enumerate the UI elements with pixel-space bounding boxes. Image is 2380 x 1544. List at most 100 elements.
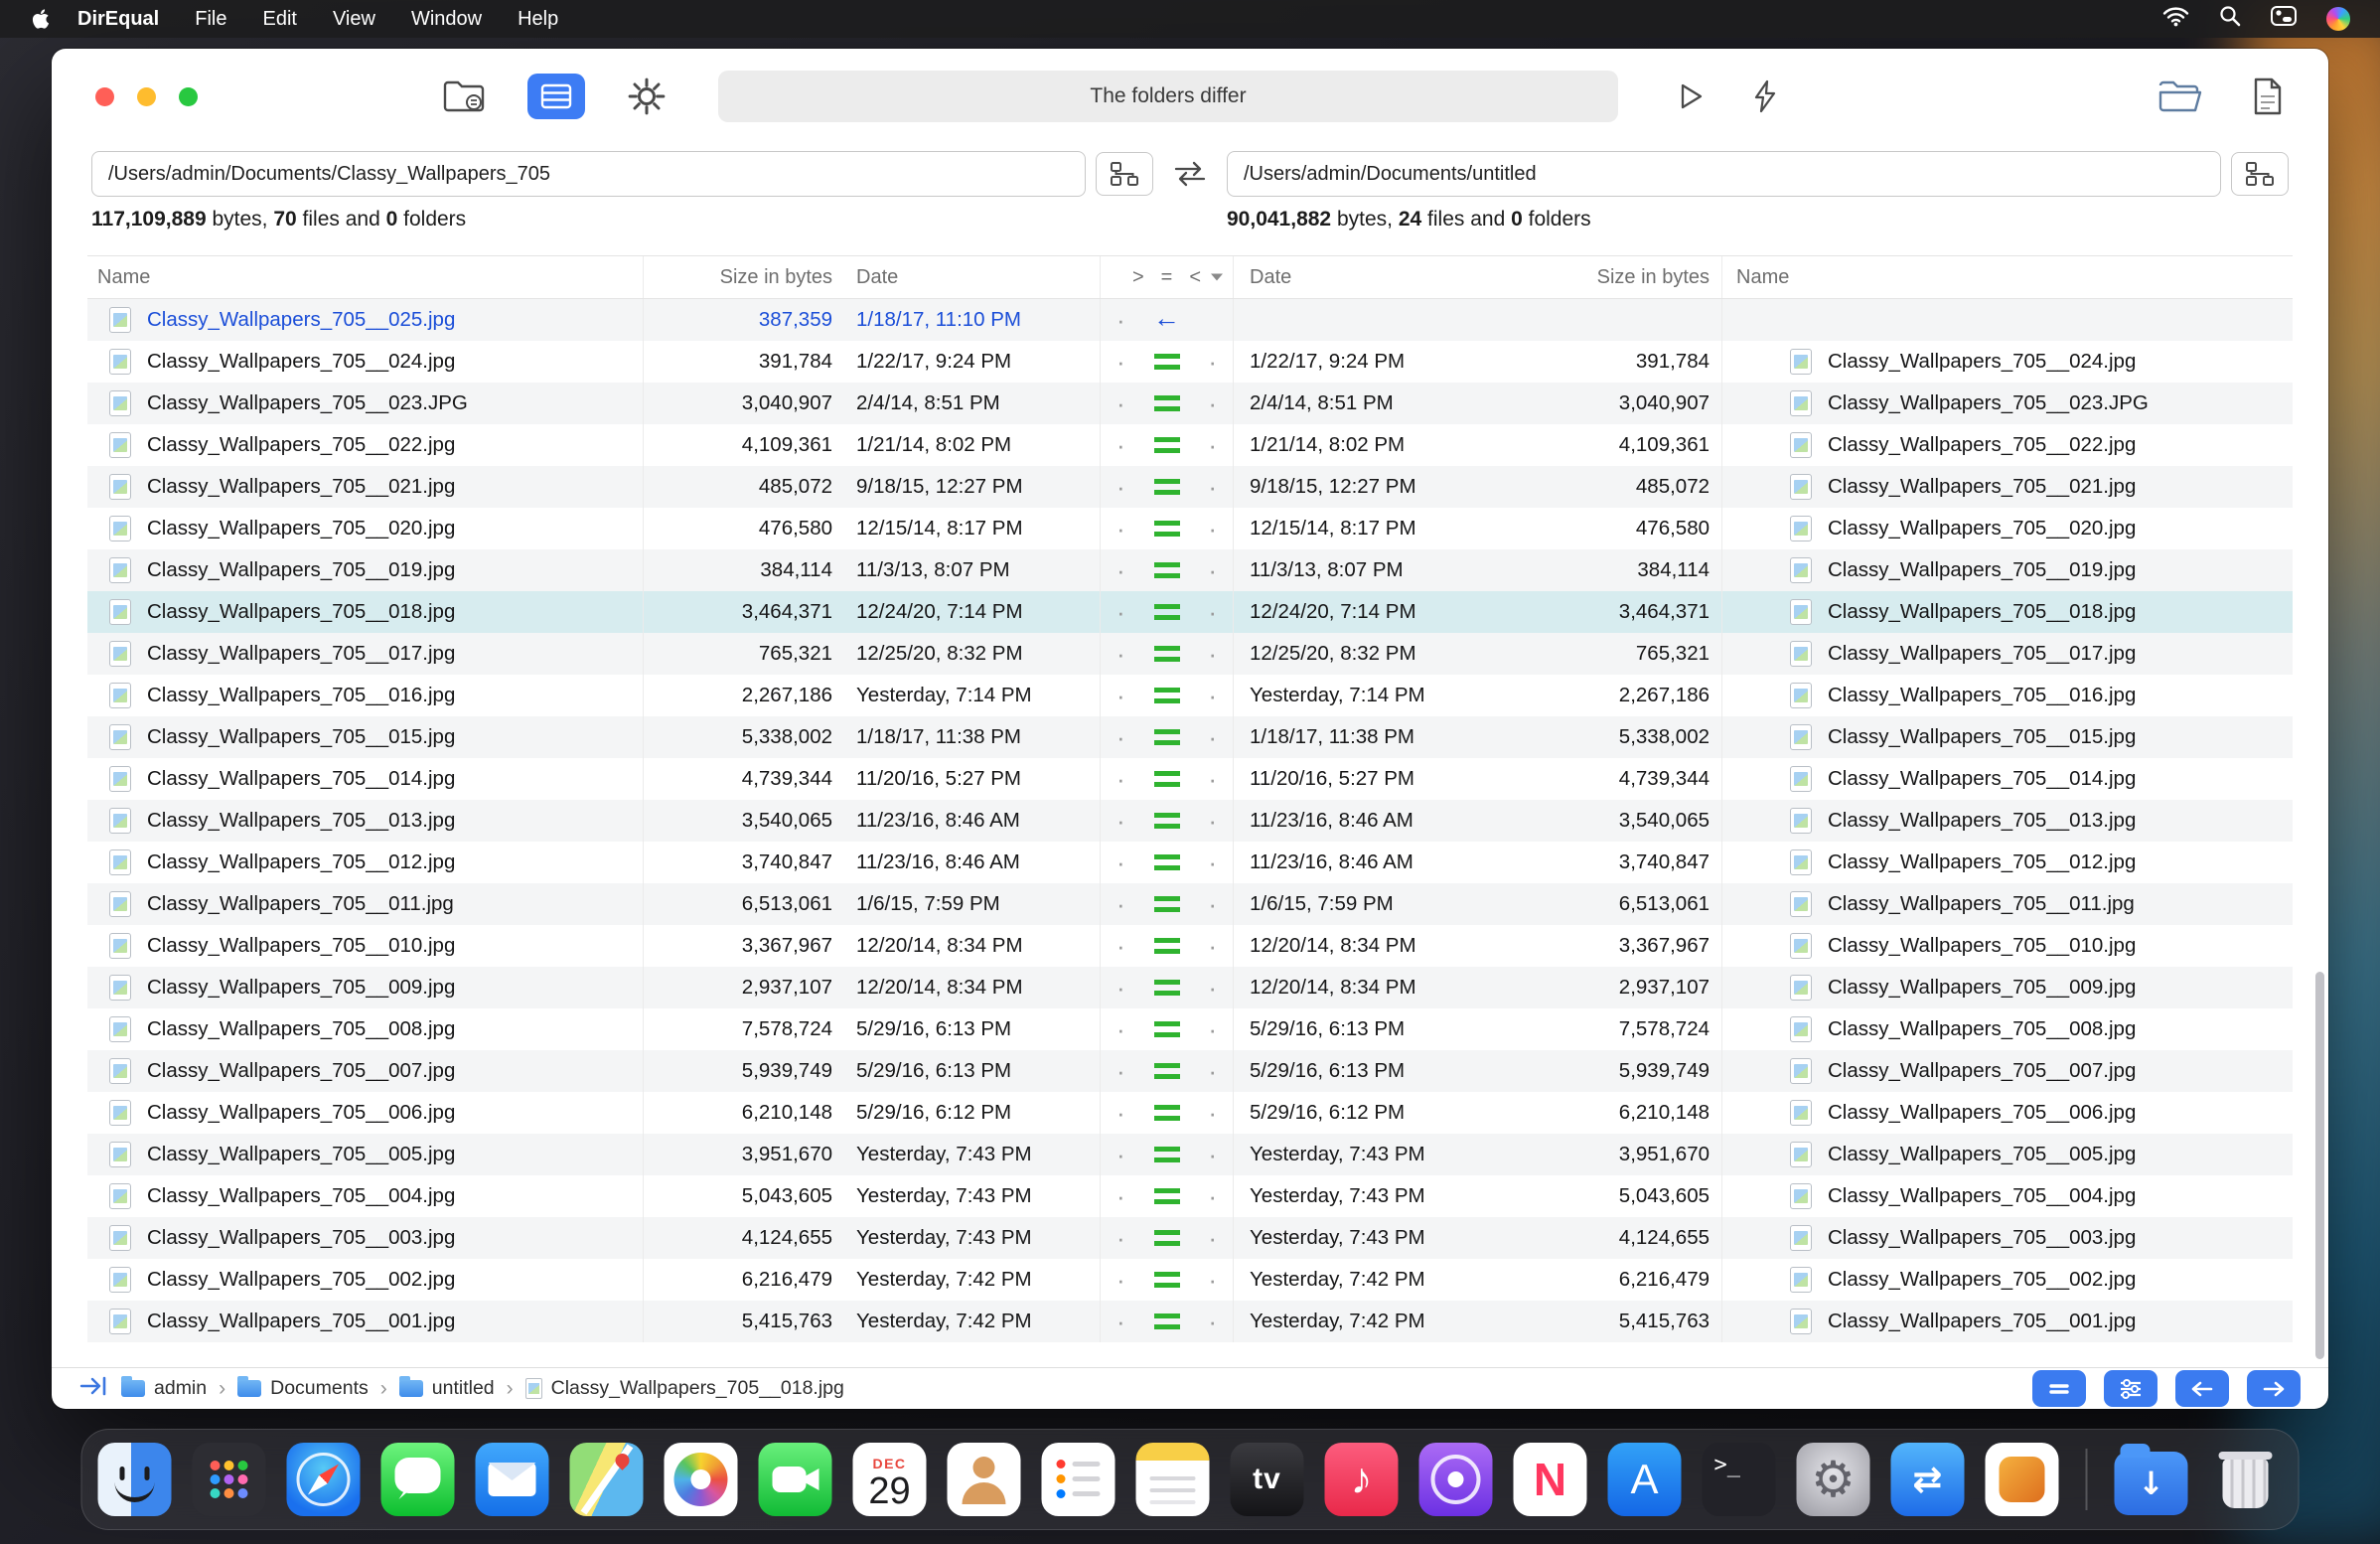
next-difference-button[interactable] [2247, 1370, 2301, 1407]
zoom-button[interactable] [179, 86, 198, 106]
equal-icon [1153, 437, 1180, 453]
left-date-cell: 1/22/17, 9:24 PM [840, 341, 1101, 383]
table-row[interactable]: Classy_Wallpapers_705__013.jpg 3,540,065 1… [87, 800, 2293, 842]
left-path-field[interactable] [91, 151, 1086, 197]
quick-compare-bolt-button[interactable] [1749, 79, 1779, 113]
right-folder-tree-button[interactable] [2231, 152, 2289, 196]
dock-finder-icon[interactable] [97, 1443, 172, 1516]
table-row[interactable]: Classy_Wallpapers_705__024.jpg 391,784 1/2… [87, 341, 2293, 383]
table-row[interactable]: Classy_Wallpapers_705__004.jpg 5,043,605 Y… [87, 1175, 2293, 1217]
dock-terminal-icon[interactable] [1702, 1443, 1776, 1516]
table-row[interactable]: Classy_Wallpapers_705__017.jpg 765,321 12/… [87, 633, 2293, 675]
header-date-right[interactable]: Date [1234, 256, 1472, 298]
header-name-right[interactable]: Name [1722, 256, 2293, 298]
filter-options-button[interactable] [2104, 1370, 2157, 1407]
dock-notes-icon[interactable] [1135, 1443, 1210, 1516]
siri-icon[interactable] [2326, 7, 2350, 31]
header-size-right[interactable]: Size in bytes [1472, 256, 1722, 298]
wifi-icon[interactable] [2162, 6, 2189, 33]
table-row[interactable]: Classy_Wallpapers_705__010.jpg 3,367,967 1… [87, 925, 2293, 967]
breadcrumb-item[interactable]: Documents [237, 1376, 369, 1400]
open-folder-button[interactable] [2157, 78, 2203, 114]
scrollbar-thumb[interactable] [2315, 972, 2324, 1359]
report-document-button[interactable] [2251, 77, 2285, 116]
table-row[interactable]: Classy_Wallpapers_705__025.jpg 387,359 1/1… [87, 299, 2293, 341]
dot-icon: · [1208, 764, 1217, 794]
table-row[interactable]: Classy_Wallpapers_705__023.JPG 3,040,907 2… [87, 383, 2293, 424]
dock-direqual-icon[interactable] [1890, 1443, 1965, 1516]
minimize-button[interactable] [137, 86, 156, 106]
right-name-cell: Classy_Wallpapers_705__004.jpg [1722, 1175, 2293, 1217]
settings-gear-button[interactable] [627, 77, 667, 116]
breadcrumb-item[interactable]: Classy_Wallpapers_705__018.jpg [524, 1377, 844, 1400]
swap-directions-icon[interactable] [1163, 160, 1217, 188]
table-row[interactable]: Classy_Wallpapers_705__007.jpg 5,939,749 5… [87, 1050, 2293, 1092]
dock-orange-app-icon[interactable] [1985, 1443, 2059, 1516]
dock-settings-icon[interactable] [1796, 1443, 1870, 1516]
close-button[interactable] [95, 86, 114, 106]
dock-safari-icon[interactable] [286, 1443, 361, 1516]
dock-calendar-icon[interactable]: DEC 29 [852, 1443, 927, 1516]
header-date-left[interactable]: Date [840, 256, 1101, 298]
select-folders-button[interactable] [442, 78, 486, 114]
prev-difference-button[interactable] [2175, 1370, 2229, 1407]
header-compare[interactable]: > = < [1101, 256, 1234, 298]
dock-messages-icon[interactable] [380, 1443, 455, 1516]
table-row[interactable]: Classy_Wallpapers_705__006.jpg 6,210,148 5… [87, 1092, 2293, 1134]
table-row[interactable]: Classy_Wallpapers_705__009.jpg 2,937,107 1… [87, 967, 2293, 1008]
table-row[interactable]: Classy_Wallpapers_705__020.jpg 476,580 12/… [87, 508, 2293, 549]
table-row[interactable]: Classy_Wallpapers_705__003.jpg 4,124,655 Y… [87, 1217, 2293, 1259]
left-folder-tree-button[interactable] [1096, 152, 1153, 196]
dock-news-icon[interactable] [1513, 1443, 1587, 1516]
dock-contacts-icon[interactable] [947, 1443, 1021, 1516]
filter-equal-button[interactable] [2032, 1370, 2086, 1407]
table-row[interactable]: Classy_Wallpapers_705__018.jpg 3,464,371 1… [87, 591, 2293, 633]
table-row[interactable]: Classy_Wallpapers_705__012.jpg 3,740,847 1… [87, 842, 2293, 883]
goto-selection-icon[interactable] [79, 1374, 107, 1404]
dock-mail-icon[interactable] [475, 1443, 549, 1516]
view-mode-button[interactable] [527, 74, 585, 119]
spotlight-icon[interactable] [2219, 5, 2241, 33]
menu-edit[interactable]: Edit [244, 8, 314, 31]
dock-facetime-icon[interactable] [758, 1443, 832, 1516]
compare-play-button[interactable] [1674, 80, 1706, 112]
menu-file[interactable]: File [177, 8, 244, 31]
dock-photos-icon[interactable] [664, 1443, 738, 1516]
equal-icon [1153, 813, 1180, 829]
menu-app-name[interactable]: DirEqual [60, 8, 177, 31]
table-row[interactable]: Classy_Wallpapers_705__015.jpg 5,338,002 1… [87, 716, 2293, 758]
table-row[interactable]: Classy_Wallpapers_705__022.jpg 4,109,361 1… [87, 424, 2293, 466]
dock-appstore-icon[interactable] [1607, 1443, 1682, 1516]
right-path-field[interactable] [1227, 151, 2221, 197]
dock-launchpad-icon[interactable] [192, 1443, 266, 1516]
header-size-left[interactable]: Size in bytes [644, 256, 840, 298]
dot-icon: · [1116, 430, 1125, 460]
menu-view[interactable]: View [315, 8, 393, 31]
dock-trash-icon[interactable] [2209, 1443, 2283, 1516]
table-row[interactable]: Classy_Wallpapers_705__021.jpg 485,072 9/1… [87, 466, 2293, 508]
table-row[interactable]: Classy_Wallpapers_705__016.jpg 2,267,186 Y… [87, 675, 2293, 716]
control-center-icon[interactable] [2271, 6, 2297, 32]
table-row[interactable]: Classy_Wallpapers_705__011.jpg 6,513,061 1… [87, 883, 2293, 925]
dock-music-icon[interactable] [1324, 1443, 1399, 1516]
dock-appletv-icon[interactable] [1230, 1443, 1304, 1516]
dock-downloads-icon[interactable] [2114, 1444, 2188, 1515]
header-name-left[interactable]: Name [87, 256, 644, 298]
menu-help[interactable]: Help [500, 8, 576, 31]
table-row[interactable]: Classy_Wallpapers_705__005.jpg 3,951,670 Y… [87, 1134, 2293, 1175]
table-row[interactable]: Classy_Wallpapers_705__014.jpg 4,739,344 1… [87, 758, 2293, 800]
apple-menu-icon[interactable] [24, 8, 60, 30]
table-row[interactable]: Classy_Wallpapers_705__008.jpg 7,578,724 5… [87, 1008, 2293, 1050]
menu-window[interactable]: Window [393, 8, 500, 31]
file-icon [1790, 808, 1812, 834]
dot-icon: · [1116, 639, 1125, 669]
breadcrumb-item[interactable]: admin [121, 1376, 207, 1400]
dock-podcasts-icon[interactable] [1418, 1443, 1493, 1516]
table-row[interactable]: Classy_Wallpapers_705__019.jpg 384,114 11/… [87, 549, 2293, 591]
table-row[interactable]: Classy_Wallpapers_705__002.jpg 6,216,479 Y… [87, 1259, 2293, 1301]
breadcrumb-item[interactable]: untitled [398, 1376, 495, 1400]
dock-reminders-icon[interactable] [1041, 1443, 1116, 1516]
table-row[interactable]: Classy_Wallpapers_705__001.jpg 5,415,763 Y… [87, 1301, 2293, 1342]
right-size-cell: 485,072 [1472, 466, 1722, 508]
dock-maps-icon[interactable] [569, 1443, 644, 1516]
